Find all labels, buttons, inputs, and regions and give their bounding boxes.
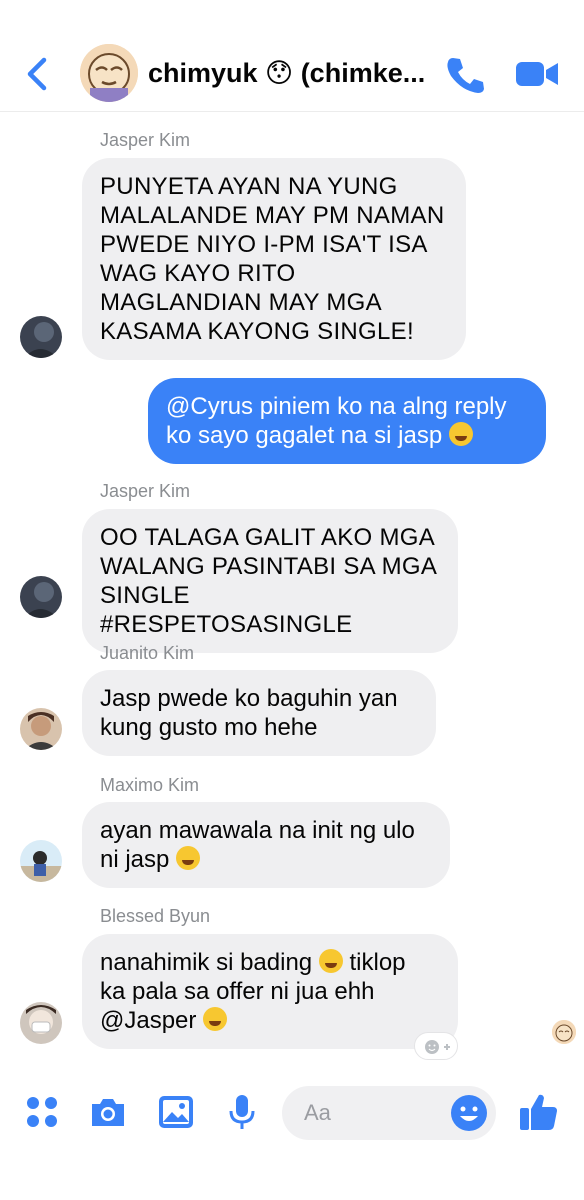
chevron-left-icon	[27, 57, 47, 91]
seen-indicator-avatar	[552, 1020, 576, 1044]
zany-face-emoji	[203, 1007, 228, 1031]
image-icon	[159, 1096, 193, 1128]
message-bubble[interactable]: ayan mawawala na init ng ulo ni jasp	[82, 802, 450, 888]
phone-icon	[447, 58, 484, 93]
grinning-sweat-emoji	[448, 422, 473, 446]
gallery-button[interactable]	[156, 1092, 196, 1132]
contact-avatar[interactable]	[80, 44, 138, 102]
four-dots-icon	[27, 1097, 57, 1127]
video-call-button[interactable]	[514, 56, 560, 92]
back-button[interactable]	[22, 54, 56, 94]
message-text: ayan mawawala na init ng ulo	[100, 817, 415, 844]
video-camera-icon	[516, 62, 558, 86]
conversation-title[interactable]: chimyuk 😯 (chimke...	[148, 58, 428, 89]
message-text: tiklop	[349, 949, 406, 976]
avatar[interactable]	[20, 840, 62, 882]
voice-message-button[interactable]	[222, 1092, 262, 1132]
avatar[interactable]	[20, 1002, 62, 1044]
smiley-plus-icon	[425, 1040, 450, 1054]
message-bubble[interactable]: PUNYETA AYAN NA YUNG MALALANDE MAY PM NA…	[82, 158, 466, 360]
message-text: ka pala sa offer ni jua ehh	[100, 978, 375, 1005]
message-bubble[interactable]: OO TALAGA GALIT AKO MGA WALANG PASINTABI…	[82, 509, 458, 653]
message-bubble[interactable]: Jasp pwede ko baguhin yan kung gusto mo …	[82, 670, 436, 756]
apps-button[interactable]	[22, 1092, 62, 1132]
sender-name: Juanito Kim	[100, 643, 195, 663]
camera-button[interactable]	[88, 1092, 128, 1132]
sender-name: Blessed Byun	[100, 906, 211, 926]
sender-name: Jasper Kim	[100, 481, 191, 501]
camera-icon	[92, 1099, 124, 1126]
laughing-squint-emoji	[318, 949, 343, 973]
thumbs-up-icon	[520, 1094, 557, 1130]
rofl-emoji	[176, 846, 201, 870]
message-bubble[interactable]: nanahimik si bading tiklop ka pala sa of…	[82, 934, 458, 1049]
avatar[interactable]	[20, 316, 62, 358]
message-input-placeholder: Aa	[304, 1100, 331, 1125]
conversation-header: chimyuk 😯 (chimke...	[0, 0, 584, 112]
microphone-icon	[229, 1095, 255, 1129]
message-text: @Jasper	[100, 1007, 197, 1034]
sender-name: Maximo Kim	[100, 775, 200, 795]
sender-name: Jasper Kim	[100, 130, 191, 150]
outgoing-message-bubble[interactable]: @Cyrus piniem ko na alng reply ko sayo g…	[148, 378, 546, 464]
avatar[interactable]	[20, 708, 62, 750]
smiley-icon	[451, 1095, 487, 1131]
message-text: ni jasp	[100, 846, 170, 873]
avatar[interactable]	[20, 576, 62, 618]
voice-call-button[interactable]	[444, 54, 484, 94]
add-reaction-button[interactable]	[414, 1032, 458, 1060]
message-text: nanahimik si bading	[100, 949, 313, 976]
like-button[interactable]	[516, 1090, 560, 1134]
emoji-button[interactable]	[450, 1094, 488, 1132]
